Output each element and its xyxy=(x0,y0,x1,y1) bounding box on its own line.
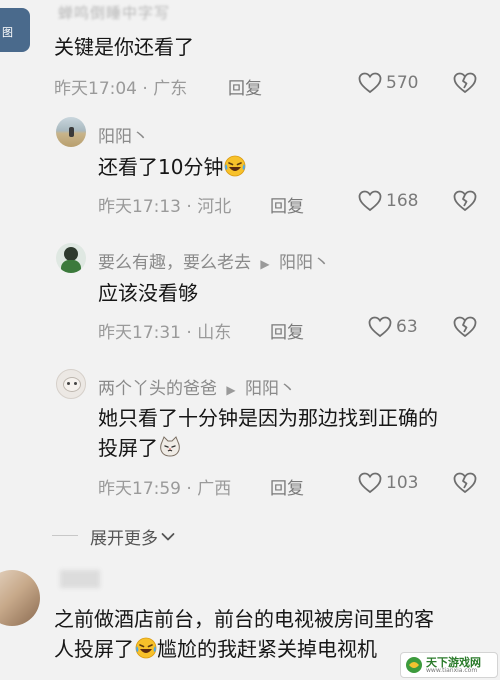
avatar-face xyxy=(63,377,81,392)
dislike-button[interactable] xyxy=(453,316,477,338)
like-button[interactable]: 103 xyxy=(358,472,418,494)
comment-location: 广东 xyxy=(153,79,188,99)
avatar[interactable]: 图 xyxy=(0,8,30,52)
laughing-tears-emoji xyxy=(135,637,157,659)
meta-dot: · xyxy=(186,197,198,217)
reply-time: 昨天17:31 xyxy=(98,323,181,343)
reply-text-content: 投屏了 xyxy=(98,436,158,460)
like-count: 103 xyxy=(386,473,419,493)
laughing-tears-emoji xyxy=(225,155,246,177)
avatar-badge: 图 xyxy=(2,26,13,39)
watermark-text-block: 天下游戏网 www.tianxia.com xyxy=(426,657,481,674)
reply-item: 阳阳丶 还看了10分钟 昨天17:13 · 河北 回复 168 xyxy=(0,110,500,225)
like-count: 168 xyxy=(386,191,419,211)
reply-to-name[interactable]: 阳阳丶 xyxy=(245,379,296,399)
comment-meta: 昨天17:04 · 广东 xyxy=(54,74,187,99)
reply-time: 昨天17:13 xyxy=(98,197,181,217)
dislike-button[interactable] xyxy=(453,190,477,212)
avatar[interactable] xyxy=(0,570,40,626)
chevron-down-icon xyxy=(161,532,175,540)
reply-meta: 昨天17:31 · 山东 xyxy=(98,318,231,343)
reply-meta: 昨天17:59 · 广西 xyxy=(98,474,231,499)
comment-text-content: 尴尬的我赶紧关掉电视机 xyxy=(157,637,377,661)
broken-heart-icon xyxy=(453,472,477,493)
broken-heart-icon xyxy=(453,190,477,211)
reply-time: 昨天17:59 xyxy=(98,479,181,499)
avatar-eye xyxy=(67,382,70,385)
like-button[interactable]: 570 xyxy=(358,72,418,94)
like-count: 63 xyxy=(396,317,418,337)
comment-text-line: 之前做酒店前台，前台的电视被房间里的客 xyxy=(54,607,434,631)
reply-to-name[interactable]: 阳阳丶 xyxy=(279,253,330,273)
reply-location: 河北 xyxy=(197,197,232,217)
comment-text-line: 人投屏了 尴尬的我赶紧关掉电视机 xyxy=(54,634,377,664)
reply-item: 要么有趣，要么老去 ▶ 阳阳丶 应该没看够 昨天17:31 · 山东 回复 63 xyxy=(0,240,500,345)
heart-icon xyxy=(358,72,382,94)
avatar[interactable] xyxy=(56,117,86,147)
watermark-url: www.tianxia.com xyxy=(426,666,478,674)
meta-dot: · xyxy=(186,479,198,499)
expand-more-row: 展开更多 xyxy=(0,524,500,549)
reply-author-line: 要么有趣，要么老去 ▶ 阳阳丶 xyxy=(98,248,330,273)
reply-text: 应该没看够 xyxy=(98,281,198,305)
avatar-figure xyxy=(69,127,74,137)
game-logo-icon xyxy=(406,657,422,673)
heart-icon xyxy=(368,316,392,338)
reply-button[interactable]: 回复 xyxy=(270,474,304,499)
meta-dot: · xyxy=(186,323,198,343)
expand-more-label: 展开更多 xyxy=(90,529,158,549)
reply-text: 还看了10分钟 xyxy=(98,152,246,182)
reply-arrow-icon: ▶ xyxy=(260,257,270,271)
comment-time: 昨天17:04 xyxy=(54,79,137,99)
cat-face-emoji xyxy=(160,436,180,457)
reply-location: 山东 xyxy=(197,323,232,343)
like-button[interactable]: 168 xyxy=(358,190,418,212)
reply-button[interactable]: 回复 xyxy=(270,192,304,217)
comment-text: 关键是你还看了 xyxy=(54,35,194,59)
reply-author[interactable]: 阳阳丶 xyxy=(98,122,149,147)
author-name-blurred[interactable] xyxy=(60,570,100,588)
avatar[interactable] xyxy=(56,243,86,273)
watermark-title: 天下游戏网 xyxy=(426,655,481,669)
reply-author[interactable]: 要么有趣，要么老去 xyxy=(98,253,251,273)
reply-item: 两个丫头的爸爸 ▶ 阳阳丶 她只看了十分钟是因为那边找到正确的 投屏了 昨天17… xyxy=(0,366,500,506)
top-comment: 图 蝉鸣倒睡中字写 关键是你还看了 昨天17:04 · 广东 回复 570 xyxy=(0,0,500,110)
author-name-blurred[interactable]: 蝉鸣倒睡中字写 xyxy=(58,2,170,23)
reply-text-line: 投屏了 xyxy=(98,433,181,463)
comment-text-content: 人投屏了 xyxy=(54,637,134,661)
expand-more-button[interactable]: 展开更多 xyxy=(90,524,175,549)
avatar[interactable] xyxy=(56,369,86,399)
reply-button[interactable]: 回复 xyxy=(228,74,262,99)
broken-heart-icon xyxy=(453,72,477,93)
heart-icon xyxy=(358,472,382,494)
heart-icon xyxy=(358,190,382,212)
like-button[interactable]: 63 xyxy=(368,316,418,338)
reply-author[interactable]: 两个丫头的爸爸 xyxy=(98,379,217,399)
avatar-eye xyxy=(74,382,77,385)
dislike-button[interactable] xyxy=(453,72,477,94)
reply-author-line: 两个丫头的爸爸 ▶ 阳阳丶 xyxy=(98,374,296,399)
meta-dot: · xyxy=(142,79,154,99)
reply-location: 广西 xyxy=(197,479,232,499)
reply-button[interactable]: 回复 xyxy=(270,318,304,343)
reply-text-line: 她只看了十分钟是因为那边找到正确的 xyxy=(98,406,438,430)
reply-meta: 昨天17:13 · 河北 xyxy=(98,192,231,217)
avatar-body xyxy=(61,260,81,273)
divider xyxy=(52,535,78,536)
reply-arrow-icon: ▶ xyxy=(226,383,236,397)
reply-text-content: 还看了10分钟 xyxy=(98,155,224,179)
broken-heart-icon xyxy=(453,316,477,337)
dislike-button[interactable] xyxy=(453,472,477,494)
avatar-face xyxy=(64,247,78,261)
watermark-logo: 天下游戏网 www.tianxia.com xyxy=(400,652,498,678)
like-count: 570 xyxy=(386,73,419,93)
